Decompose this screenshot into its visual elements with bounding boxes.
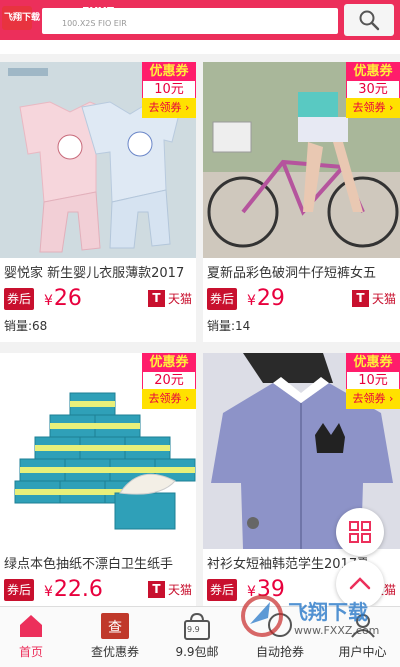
platform-badge: T天猫 xyxy=(147,581,192,598)
coupon-search-icon: 查 xyxy=(101,613,129,639)
watermark-text: 飞翔下载 xyxy=(288,600,368,624)
product-title[interactable]: 婴悦家 新生婴儿衣服薄款2017 xyxy=(4,262,194,281)
after-coupon-tag: 券后 xyxy=(4,288,35,310)
app-logo[interactable]: 飞翔下载 xyxy=(0,4,40,34)
platform-label: 天猫 xyxy=(167,292,192,306)
coupon-badge[interactable]: 优惠券 10元 去领券 › xyxy=(142,62,196,120)
search-icon xyxy=(359,10,380,31)
tmall-icon: T xyxy=(351,290,369,307)
home-icon xyxy=(20,615,42,637)
nav-item-coupon-search[interactable]: 查 查优惠券 xyxy=(75,607,155,667)
coupon-label: 优惠券 xyxy=(142,353,196,372)
sales-count: 销量:14 xyxy=(207,319,251,333)
price-value: 29 xyxy=(256,286,285,311)
nav-item-home[interactable]: 首页 xyxy=(0,607,62,667)
coupon-label: 优惠券 xyxy=(346,353,400,372)
platform-badge: T天猫 xyxy=(147,290,192,307)
price: ¥29 xyxy=(247,286,285,311)
coupon-claim-button[interactable]: 去领券 › xyxy=(142,98,196,118)
coupon-claim-button[interactable]: 去领券 › xyxy=(142,389,196,409)
currency-symbol: ¥ xyxy=(44,584,53,600)
search-button[interactable] xyxy=(344,4,394,36)
bag-badge: 9.9 xyxy=(187,625,200,634)
coupon-badge[interactable]: 优惠券 30元 去领券 › xyxy=(346,62,400,120)
platform-label: 天猫 xyxy=(167,583,192,597)
tmall-icon: T xyxy=(147,581,165,598)
price: ¥26 xyxy=(44,286,82,311)
after-coupon-tag: 券后 xyxy=(207,288,238,310)
coupon-amount: 30元 xyxy=(346,81,400,98)
after-coupon-tag: 券后 xyxy=(207,579,238,601)
nav-label: 查优惠券 xyxy=(90,645,139,659)
coupon-amount: 10元 xyxy=(346,372,400,389)
price-row: 券后 ¥26 T 天猫 xyxy=(0,286,196,312)
platform-label: 天猫 xyxy=(371,292,396,306)
price-value: 26 xyxy=(53,286,82,311)
product-title[interactable]: 绿点本色抽纸不漂白卫生纸手 xyxy=(4,553,194,572)
tmall-icon: T xyxy=(147,290,165,307)
nav-label: 用户中心 xyxy=(338,645,387,659)
previous-row-strip xyxy=(0,40,400,54)
coupon-badge[interactable]: 优惠券 20元 去领券 › xyxy=(142,353,196,411)
site-url: www.FXXZ.com xyxy=(48,5,145,18)
svg-text:查: 查 xyxy=(108,620,122,636)
product-card[interactable]: 婴悦家 新生婴儿衣服薄款2017 券后 ¥26 T 天猫 销量:68 优惠券 10… xyxy=(0,62,196,342)
coupon-claim-button[interactable]: 去领券 › xyxy=(346,389,400,409)
nav-label: 首页 xyxy=(18,645,43,659)
price-row: 券后 ¥29 T 天猫 xyxy=(203,286,400,312)
after-coupon-tag: 券后 xyxy=(4,579,35,601)
category-grid-button[interactable] xyxy=(336,508,384,556)
nav-label: 自动抢券 xyxy=(255,645,304,659)
price-row: 券后 ¥22.6 T 天猫 xyxy=(0,577,196,603)
top-bar: 100.X2S FIO EIR 飞翔下载 www.FXXZ.com xyxy=(0,0,400,40)
product-card[interactable]: 夏新品彩色破洞牛仔短裤女五 券后 ¥29 T 天猫 销量:14 优惠券 30元 去… xyxy=(203,62,400,342)
currency-symbol: ¥ xyxy=(247,293,256,309)
nav-label: 9.9包邮 xyxy=(175,645,219,659)
watermark-logo-icon xyxy=(241,595,283,637)
platform-badge: T天猫 xyxy=(351,290,396,307)
coupon-label: 优惠券 xyxy=(142,62,196,81)
coupon-amount: 10元 xyxy=(142,81,196,98)
search-placeholder: 100.X2S FIO EIR xyxy=(62,19,127,28)
watermark: 飞翔下载 www.FXXZ.com xyxy=(240,592,400,642)
coupon-amount: 20元 xyxy=(142,372,196,389)
product-card[interactable]: 绿点本色抽纸不漂白卫生纸手 券后 ¥22.6 T 天猫 优惠券 20元 去领券 › xyxy=(0,353,196,606)
sales-count: 销量:68 xyxy=(4,319,48,333)
price-value: 22.6 xyxy=(53,577,103,602)
watermark-url: www.FXXZ.com xyxy=(294,624,380,637)
product-title[interactable]: 夏新品彩色破洞牛仔短裤女五 xyxy=(207,262,397,281)
currency-symbol: ¥ xyxy=(44,293,53,309)
coupon-badge[interactable]: 优惠券 10元 去领券 › xyxy=(346,353,400,411)
grid-icon xyxy=(349,521,371,543)
row-divider xyxy=(0,54,400,62)
coupon-label: 优惠券 xyxy=(346,62,400,81)
price: ¥22.6 xyxy=(44,577,103,602)
logo-text: 飞翔下载 xyxy=(4,13,41,23)
nav-item-free-shipping[interactable]: 9.9 9.9包邮 xyxy=(165,607,229,667)
coupon-claim-button[interactable]: 去领券 › xyxy=(346,98,400,118)
app-root: 100.X2S FIO EIR 飞翔下载 www.FXXZ.com 婴悦家 新生… xyxy=(0,0,400,667)
